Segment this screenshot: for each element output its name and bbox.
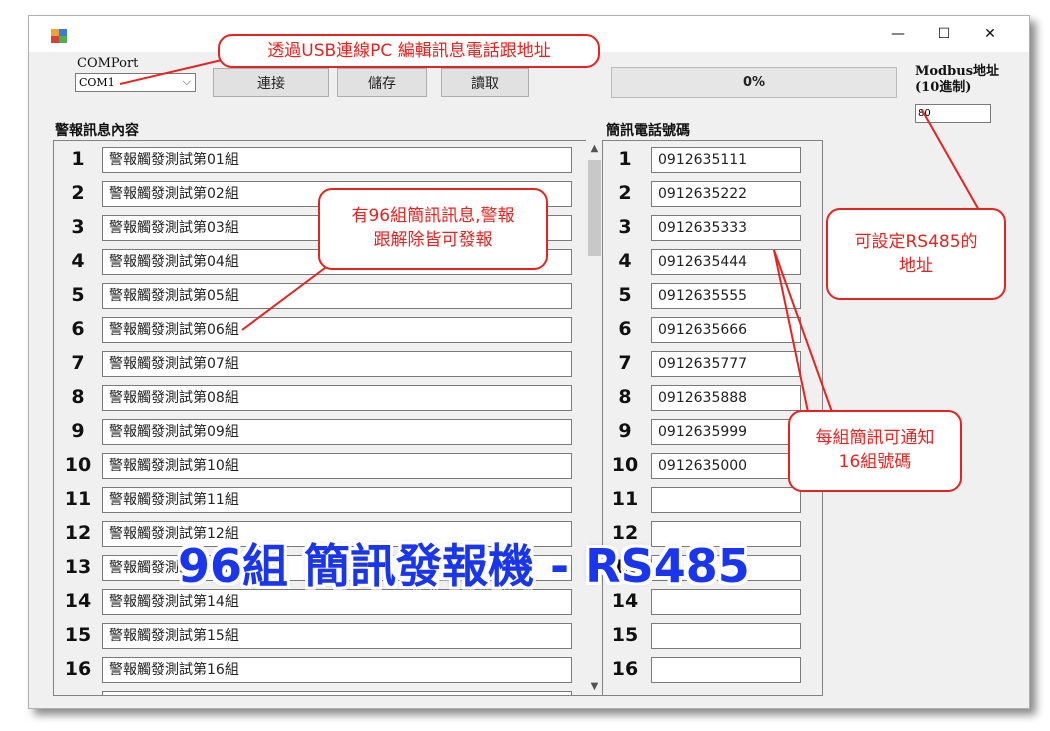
rs485-callout-line2: 地址 bbox=[899, 256, 933, 276]
messages-callout-line2: 跟解除皆可發報 bbox=[373, 230, 493, 250]
product-banner: 96組 簡訊發報機 - RS485 bbox=[178, 539, 750, 593]
rs485-callout-pointer bbox=[921, 109, 981, 213]
messages-callout-line1: 有96組簡訊訊息,警報 bbox=[351, 206, 515, 226]
callout-pointers bbox=[119, 59, 981, 413]
rs485-callout-line1: 可設定RS485的 bbox=[854, 232, 978, 252]
usb-callout: 透過USB連線PC 編輯訊息電話跟地址 bbox=[218, 34, 600, 68]
messages-callout-pointer bbox=[241, 261, 334, 331]
rs485-callout: 可設定RS485的 地址 bbox=[826, 208, 1006, 300]
notify-callout: 每組簡訊可通知 16組號碼 bbox=[788, 410, 962, 492]
messages-callout: 有96組簡訊訊息,警報 跟解除皆可發報 bbox=[318, 188, 548, 270]
notify-callout-line1: 每組簡訊可通知 bbox=[815, 428, 935, 448]
notify-callout-line2: 16組號碼 bbox=[838, 452, 912, 472]
usb-callout-pointer bbox=[119, 59, 223, 85]
